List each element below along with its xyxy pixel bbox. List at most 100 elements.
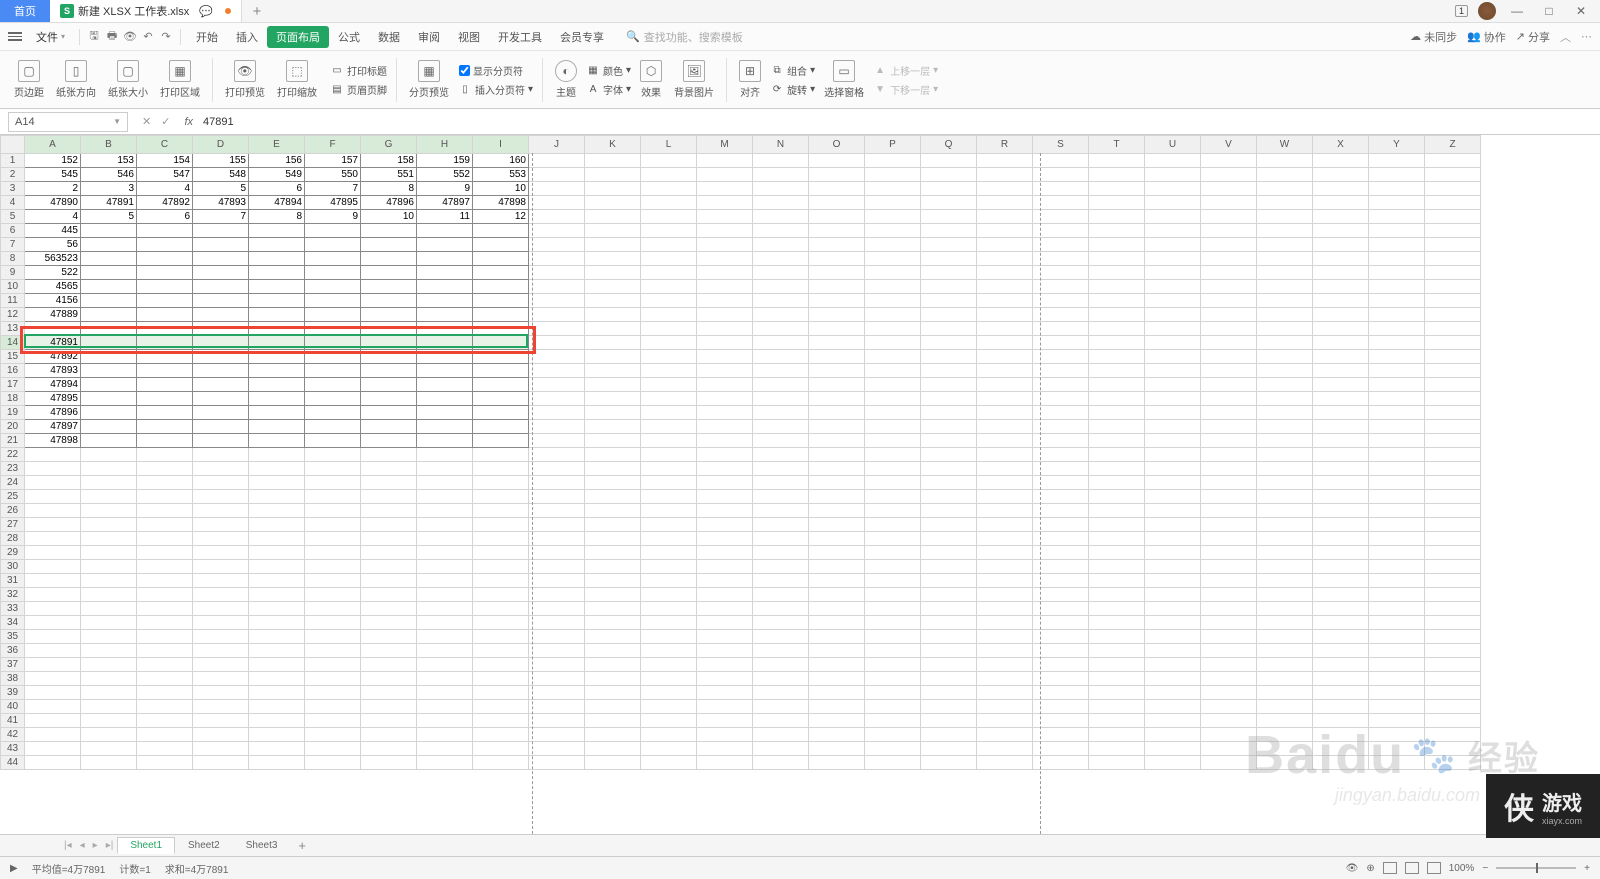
- cell-W29[interactable]: [1257, 546, 1313, 560]
- cell-A21[interactable]: 47898: [25, 434, 81, 448]
- cell-A26[interactable]: [25, 504, 81, 518]
- cell-R39[interactable]: [977, 686, 1033, 700]
- cell-Y32[interactable]: [1369, 588, 1425, 602]
- cell-I35[interactable]: [473, 630, 529, 644]
- cell-W1[interactable]: [1257, 154, 1313, 168]
- cell-K36[interactable]: [585, 644, 641, 658]
- menu-tab-审阅[interactable]: 审阅: [409, 26, 449, 48]
- cell-U38[interactable]: [1145, 672, 1201, 686]
- cell-O34[interactable]: [809, 616, 865, 630]
- cell-Y20[interactable]: [1369, 420, 1425, 434]
- cell-T40[interactable]: [1089, 700, 1145, 714]
- zoom-in-button[interactable]: +: [1584, 863, 1590, 874]
- cell-V17[interactable]: [1201, 378, 1257, 392]
- cell-H20[interactable]: [417, 420, 473, 434]
- cell-A28[interactable]: [25, 532, 81, 546]
- cell-U22[interactable]: [1145, 448, 1201, 462]
- cell-Z5[interactable]: [1425, 210, 1481, 224]
- cell-X9[interactable]: [1313, 266, 1369, 280]
- cell-G40[interactable]: [361, 700, 417, 714]
- cell-H33[interactable]: [417, 602, 473, 616]
- cell-R1[interactable]: [977, 154, 1033, 168]
- cell-P41[interactable]: [865, 714, 921, 728]
- cell-B38[interactable]: [81, 672, 137, 686]
- cell-H16[interactable]: [417, 364, 473, 378]
- cell-B43[interactable]: [81, 742, 137, 756]
- row-header-44[interactable]: 44: [1, 756, 25, 770]
- normal-view-button[interactable]: [1383, 862, 1397, 874]
- cell-E29[interactable]: [249, 546, 305, 560]
- cell-P28[interactable]: [865, 532, 921, 546]
- cell-Q5[interactable]: [921, 210, 977, 224]
- cell-R25[interactable]: [977, 490, 1033, 504]
- cell-M1[interactable]: [697, 154, 753, 168]
- cell-D40[interactable]: [193, 700, 249, 714]
- row-header-17[interactable]: 17: [1, 378, 25, 392]
- cell-H37[interactable]: [417, 658, 473, 672]
- cell-F20[interactable]: [305, 420, 361, 434]
- cell-L25[interactable]: [641, 490, 697, 504]
- cell-P32[interactable]: [865, 588, 921, 602]
- cell-X29[interactable]: [1313, 546, 1369, 560]
- cell-R7[interactable]: [977, 238, 1033, 252]
- page-break-view-button[interactable]: [1427, 862, 1441, 874]
- cell-F12[interactable]: [305, 308, 361, 322]
- cell-N17[interactable]: [753, 378, 809, 392]
- cell-C22[interactable]: [137, 448, 193, 462]
- cell-F6[interactable]: [305, 224, 361, 238]
- cell-G36[interactable]: [361, 644, 417, 658]
- cell-V39[interactable]: [1201, 686, 1257, 700]
- page-break-preview-button[interactable]: ▦分页预览: [403, 58, 455, 101]
- cell-M18[interactable]: [697, 392, 753, 406]
- cell-Y10[interactable]: [1369, 280, 1425, 294]
- cell-E4[interactable]: 47894: [249, 196, 305, 210]
- cell-T37[interactable]: [1089, 658, 1145, 672]
- col-header-V[interactable]: V: [1201, 136, 1257, 154]
- cell-K31[interactable]: [585, 574, 641, 588]
- cell-H40[interactable]: [417, 700, 473, 714]
- cell-Y28[interactable]: [1369, 532, 1425, 546]
- cell-I9[interactable]: [473, 266, 529, 280]
- cell-H5[interactable]: 11: [417, 210, 473, 224]
- cell-K8[interactable]: [585, 252, 641, 266]
- cell-F18[interactable]: [305, 392, 361, 406]
- cell-P15[interactable]: [865, 350, 921, 364]
- cell-B11[interactable]: [81, 294, 137, 308]
- col-header-J[interactable]: J: [529, 136, 585, 154]
- cell-C9[interactable]: [137, 266, 193, 280]
- cell-A33[interactable]: [25, 602, 81, 616]
- cell-V2[interactable]: [1201, 168, 1257, 182]
- cell-G26[interactable]: [361, 504, 417, 518]
- cell-O32[interactable]: [809, 588, 865, 602]
- tab-home[interactable]: 首页: [0, 0, 50, 22]
- maximize-button[interactable]: □: [1538, 4, 1560, 18]
- cell-G37[interactable]: [361, 658, 417, 672]
- cell-K26[interactable]: [585, 504, 641, 518]
- cell-K28[interactable]: [585, 532, 641, 546]
- cell-A38[interactable]: [25, 672, 81, 686]
- cell-L21[interactable]: [641, 434, 697, 448]
- cell-O42[interactable]: [809, 728, 865, 742]
- cell-F33[interactable]: [305, 602, 361, 616]
- cell-O10[interactable]: [809, 280, 865, 294]
- cell-A30[interactable]: [25, 560, 81, 574]
- cell-N29[interactable]: [753, 546, 809, 560]
- cell-G7[interactable]: [361, 238, 417, 252]
- cell-U42[interactable]: [1145, 728, 1201, 742]
- cell-G21[interactable]: [361, 434, 417, 448]
- cell-U31[interactable]: [1145, 574, 1201, 588]
- cell-V6[interactable]: [1201, 224, 1257, 238]
- cell-T33[interactable]: [1089, 602, 1145, 616]
- cell-B6[interactable]: [81, 224, 137, 238]
- cell-G44[interactable]: [361, 756, 417, 770]
- cell-A17[interactable]: 47894: [25, 378, 81, 392]
- cell-L27[interactable]: [641, 518, 697, 532]
- cell-P25[interactable]: [865, 490, 921, 504]
- cell-H14[interactable]: [417, 336, 473, 350]
- cell-L5[interactable]: [641, 210, 697, 224]
- cell-U10[interactable]: [1145, 280, 1201, 294]
- cell-A43[interactable]: [25, 742, 81, 756]
- cell-I3[interactable]: 10: [473, 182, 529, 196]
- cell-D33[interactable]: [193, 602, 249, 616]
- cell-Q24[interactable]: [921, 476, 977, 490]
